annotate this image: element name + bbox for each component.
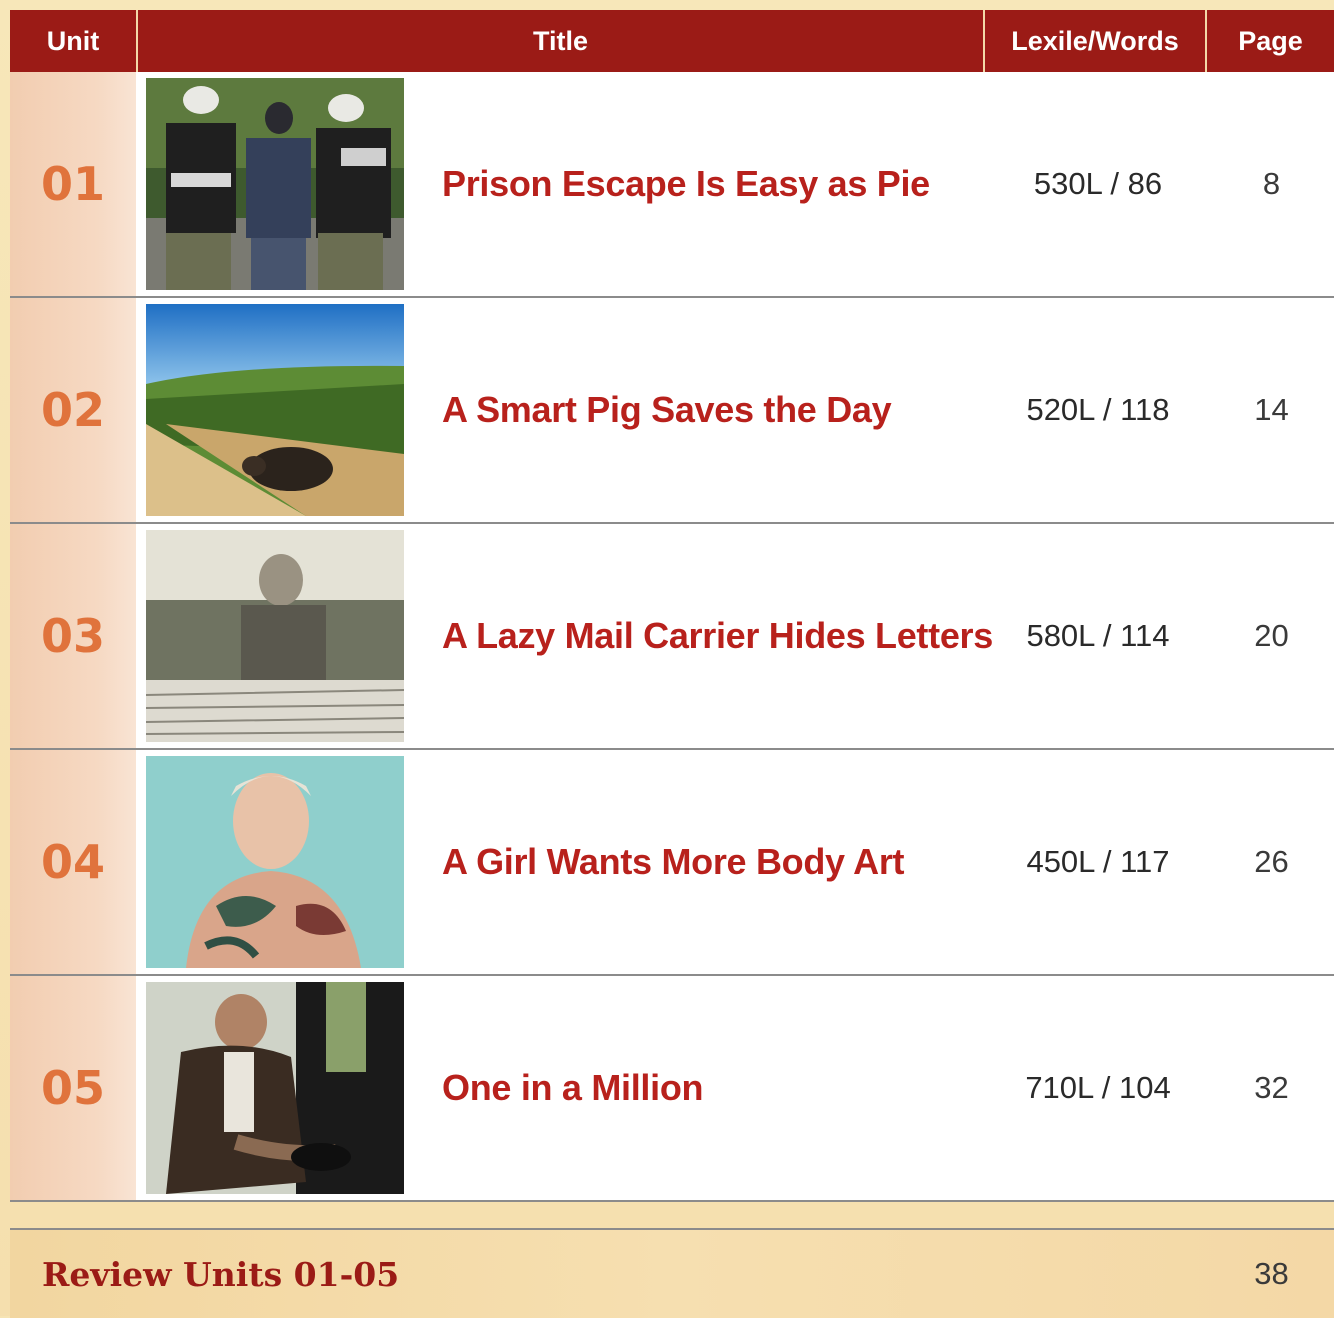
lexile-words: 710L / 104 [1025,1070,1171,1105]
header-unit: Unit [10,10,138,72]
table-row[interactable]: 01 Prison Escape Is Easy as Pie 530L / 8… [10,72,1334,298]
unit-cell: 02 [10,298,138,522]
header-lexile-words: Lexile/Words [985,10,1207,72]
mail-carrier-letters-photo [146,530,404,742]
header-title: Title [138,10,985,72]
tattooed-girl-photo [146,756,404,968]
page-number: 26 [1254,844,1289,879]
lexile-cell: 580L / 114 [987,524,1209,748]
page-cell: 32 [1209,976,1334,1200]
unit-number: 04 [40,835,105,889]
lexile-cell: 520L / 118 [987,298,1209,522]
title-cell: One in a Million [442,976,987,1200]
page-number: 8 [1262,166,1281,201]
unit-cell: 01 [10,72,138,296]
title-cell: A Smart Pig Saves the Day [442,298,987,522]
lexile-words: 520L / 118 [1026,392,1170,427]
table-row[interactable]: 04 A Girl Wants More Body Art 450L / 117 [10,750,1334,976]
pig-vineyard-photo [146,304,404,516]
unit-cell: 05 [10,976,138,1200]
page-cell: 14 [1209,298,1334,522]
unit-cell: 03 [10,524,138,748]
page-cell: 20 [1209,524,1334,748]
unit-cell: 04 [10,750,138,974]
table-row[interactable]: 05 One in a Million 710L / 104 32 [10,976,1334,1202]
title-cell: A Lazy Mail Carrier Hides Letters [442,524,993,748]
unit-title[interactable]: Prison Escape Is Easy as Pie [442,163,930,205]
unit-title[interactable]: A Girl Wants More Body Art [442,841,905,883]
unit-title[interactable]: A Lazy Mail Carrier Hides Letters [442,615,993,657]
unit-number: 01 [40,157,105,211]
page-cell: 26 [1209,750,1334,974]
lexile-words: 530L / 86 [1033,166,1163,201]
unit-title[interactable]: One in a Million [442,1067,704,1109]
unit-list: 01 Prison Escape Is Easy as Pie 530L / 8… [10,72,1334,1202]
unit-title[interactable]: A Smart Pig Saves the Day [442,389,892,431]
header-page: Page [1238,25,1303,56]
unit-number: 05 [40,1061,105,1115]
lexile-words: 580L / 114 [1026,618,1170,653]
review-label[interactable]: Review Units 01-05 [42,1255,399,1294]
page-number: 14 [1254,392,1289,427]
page-number: 32 [1254,1070,1289,1105]
title-cell: Prison Escape Is Easy as Pie [442,72,987,296]
page-number: 20 [1254,618,1289,653]
police-arrest-photo [146,78,404,290]
table-header: Unit Title Lexile/Words Page [10,10,1334,72]
unit-number: 02 [40,383,105,437]
man-shoe-shine-photo [146,982,404,1194]
table-row[interactable]: 03 A Lazy Mail Carrier Hides Letters 580… [10,524,1334,750]
table-row[interactable]: 02 A Smart Pig Saves the Day 520L / 118 … [10,298,1334,524]
review-page-number: 38 [1254,1256,1289,1291]
review-row[interactable]: Review Units 01-05 38 [10,1228,1334,1318]
title-cell: A Girl Wants More Body Art [442,750,987,974]
page-cell: 8 [1209,72,1334,296]
lexile-cell: 450L / 117 [987,750,1209,974]
lexile-cell: 530L / 86 [987,72,1209,296]
lexile-words: 450L / 117 [1026,844,1170,879]
table-of-contents: Unit Title Lexile/Words Page 01 Prison E… [0,0,1334,1318]
unit-number: 03 [40,609,105,663]
lexile-cell: 710L / 104 [987,976,1209,1200]
